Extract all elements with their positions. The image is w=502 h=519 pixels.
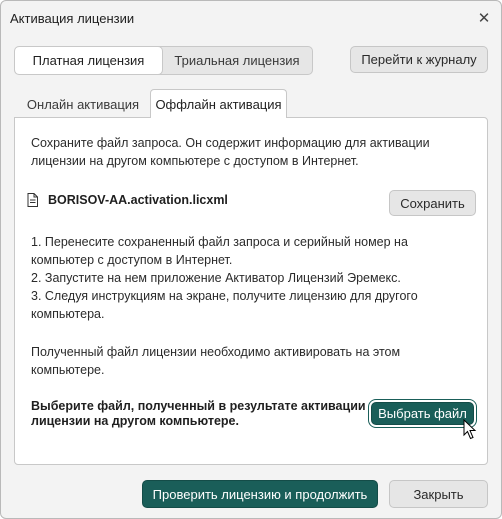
paid-license-option[interactable]: Платная лицензия: [15, 47, 162, 74]
request-file-row: BORISOV-AA.activation.licxml: [27, 193, 228, 207]
step-line-3: 2. Запустите на нем приложение Активатор…: [31, 271, 401, 285]
tab-online-activation[interactable]: Онлайн активация: [18, 91, 148, 118]
select-file-button[interactable]: Выбрать файл: [371, 402, 474, 425]
document-icon: [27, 193, 38, 207]
note-line-1: Полученный файл лицензии необходимо акти…: [31, 345, 401, 359]
intro-text-line-2: лицензии на другом компьютере с доступом…: [31, 154, 359, 168]
license-type-switch: Платная лицензия Триальная лицензия: [14, 46, 313, 75]
trial-license-option[interactable]: Триальная лицензия: [162, 47, 312, 74]
check-license-button[interactable]: Проверить лицензию и продолжить: [142, 480, 378, 508]
title-bar: Активация лицензии: [1, 1, 501, 35]
intro-text-line-1: Сохраните файл запроса. Он содержит инфо…: [31, 136, 430, 150]
activation-dialog: Активация лицензии ✕ Платная лицензия Тр…: [0, 0, 502, 519]
step-line-2: компьютер с доступом в Интернет.: [31, 253, 233, 267]
request-file-name: BORISOV-AA.activation.licxml: [48, 193, 228, 207]
offline-activation-panel: Сохраните файл запроса. Он содержит инфо…: [14, 117, 488, 465]
step-line-4: 3. Следуя инструкциям на экране, получит…: [31, 289, 418, 303]
step-line-1: 1. Перенесите сохраненный файл запроса и…: [31, 235, 408, 249]
note-line-2: компьютере.: [31, 363, 105, 377]
save-button[interactable]: Сохранить: [389, 190, 476, 216]
window-title: Активация лицензии: [10, 10, 135, 26]
step-line-5: компьютера.: [31, 307, 105, 321]
go-to-journal-button[interactable]: Перейти к журналу: [350, 46, 488, 73]
mouse-pointer-icon: [463, 419, 477, 440]
tab-offline-activation[interactable]: Оффлайн активация: [150, 89, 287, 118]
close-button[interactable]: Закрыть: [389, 480, 488, 508]
close-icon[interactable]: ✕: [473, 7, 495, 29]
select-prompt-line-2: лицензии на другом компьютере.: [31, 414, 239, 428]
